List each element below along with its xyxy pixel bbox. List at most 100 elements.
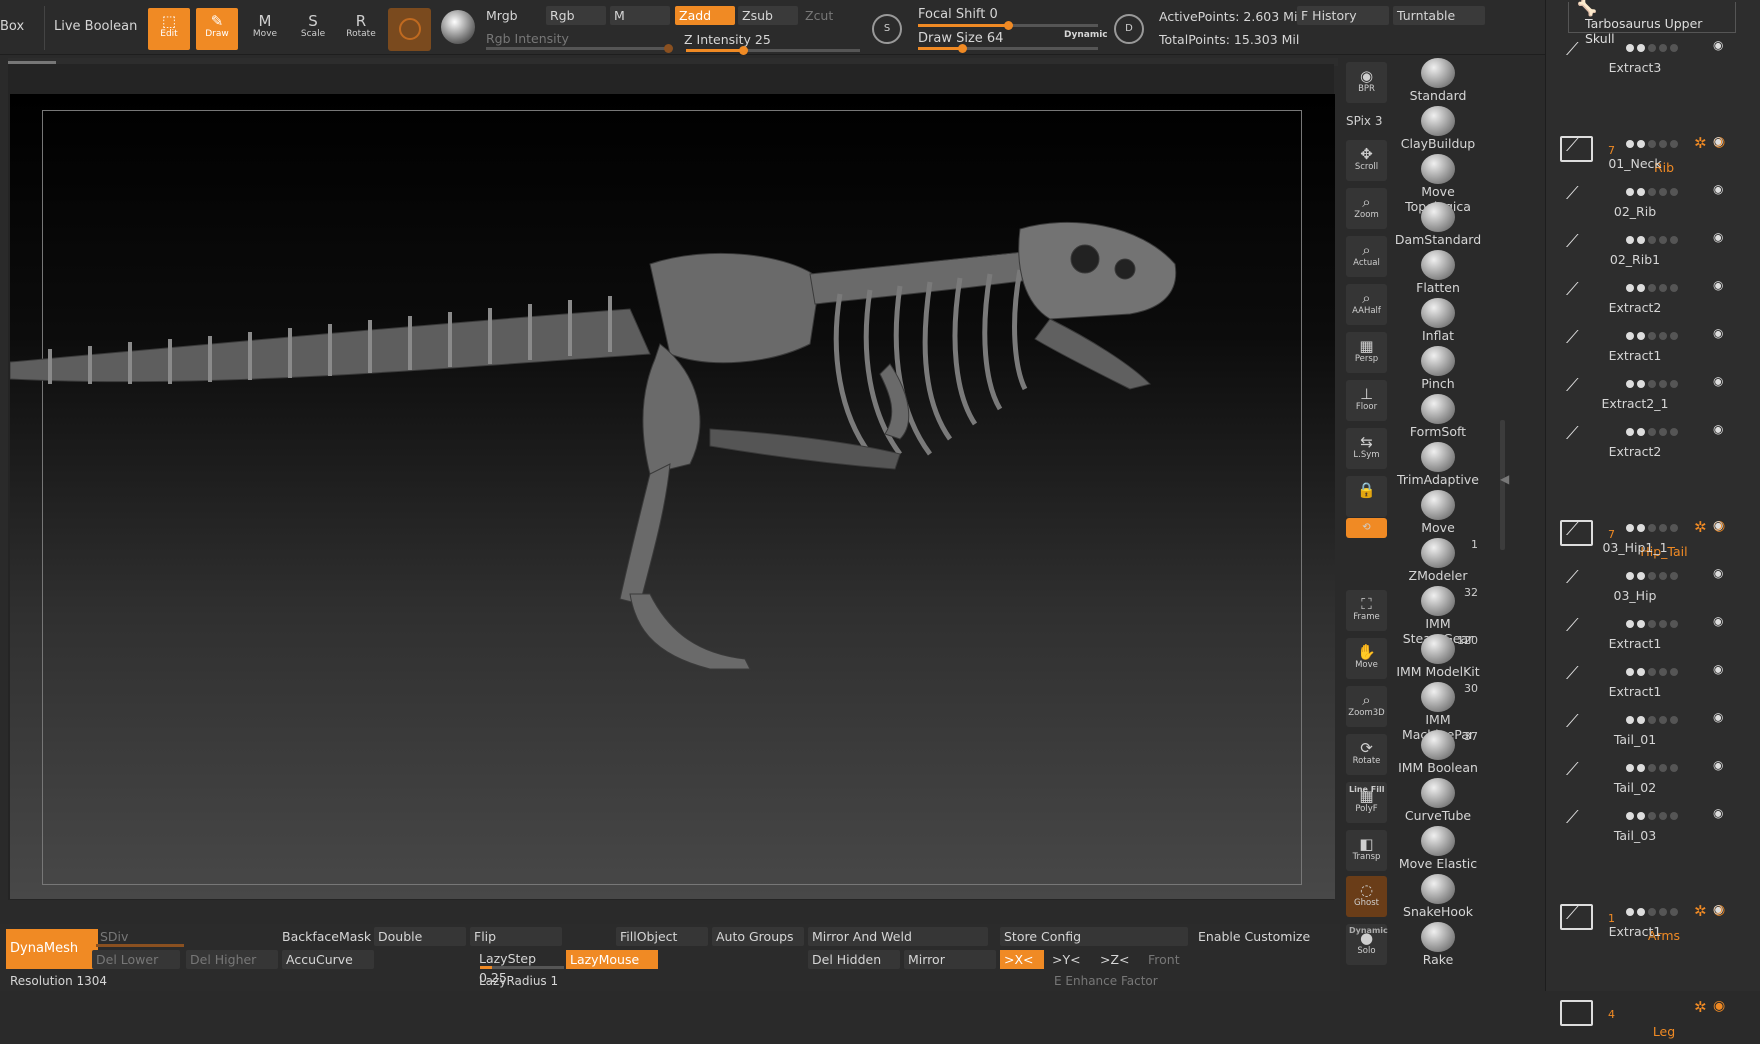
brush-rake[interactable]: Rake (1392, 920, 1484, 967)
del-lower-button[interactable]: Del Lower (92, 950, 180, 969)
brush-inflat[interactable]: Inflat (1392, 296, 1484, 343)
eye-icon[interactable]: ◉ (1713, 422, 1723, 436)
subtool-item[interactable]: ⟋ ◉ 02_Rib1 (1560, 226, 1730, 274)
enhance-factor-slider[interactable]: E Enhance Factor (1050, 972, 1250, 991)
subtool-toggles[interactable] (1626, 328, 1726, 340)
gear-icon[interactable]: ✲ (1694, 998, 1707, 1016)
turntable-button[interactable]: Turntable (1393, 6, 1485, 25)
fillobject-button[interactable]: FillObject (616, 927, 708, 946)
view-persp-button[interactable]: ▦ Persp (1346, 332, 1387, 373)
auto-groups-button[interactable]: Auto Groups (712, 927, 804, 946)
subtool-toggles[interactable] (1626, 760, 1726, 772)
rgb-button[interactable]: Rgb (546, 6, 606, 25)
z-intensity-slider[interactable]: Z Intensity 25 (680, 30, 860, 49)
lazymouse-button[interactable]: LazyMouse (566, 950, 658, 969)
view-move-button[interactable]: ✋ Move (1346, 638, 1387, 679)
z-intensity-track[interactable] (686, 46, 860, 55)
brush-imm-modelkit[interactable]: IMM ModelKit 120 (1392, 632, 1484, 679)
subtool-item[interactable]: ⟋ ◉ Extract2 (1560, 274, 1730, 322)
subtool-item[interactable]: ⟋ ◉ 01_Neck (1560, 130, 1730, 178)
brush-flatten[interactable]: Flatten (1392, 248, 1484, 295)
subtool-folder[interactable]: 4 Leg ✲ ◉ (1560, 996, 1740, 1044)
zadd-button[interactable]: Zadd (675, 6, 735, 25)
brush-imm-steamgear[interactable]: IMM SteamGear32 (1392, 584, 1484, 646)
subtool-toggles[interactable] (1626, 664, 1726, 676)
subtool-toggles[interactable] (1626, 616, 1726, 628)
eye-icon[interactable]: ◉ (1713, 662, 1723, 676)
subtool-item[interactable]: ⟋ ◉ Extract1 (1560, 898, 1730, 946)
brush-standard[interactable]: Standard (1392, 56, 1484, 103)
tool-scale-button[interactable]: S Scale (292, 8, 334, 50)
focal-shift-slider[interactable]: Focal Shift 0 (918, 7, 998, 22)
live-boolean-button[interactable]: Live Boolean (54, 19, 137, 34)
x-axis-button[interactable]: >X< (1000, 950, 1044, 969)
subtool-item[interactable]: ⟋ ◉ 02_Rib (1560, 178, 1730, 226)
store-config-button[interactable]: Store Config (1000, 927, 1188, 946)
rgb-intensity-track[interactable] (486, 44, 673, 53)
d-button-icon[interactable]: D (1114, 14, 1144, 44)
tool-move-button[interactable]: M Move (244, 8, 286, 50)
brush-move[interactable]: Move (1392, 488, 1484, 535)
brush-imm-boolean[interactable]: IMM Boolean 37 (1392, 728, 1484, 775)
collapse-arrow-icon[interactable]: ◀ (1500, 472, 1509, 486)
m-button[interactable]: M (610, 6, 670, 25)
backface-mask-button[interactable]: BackfaceMask (278, 927, 374, 946)
view-zoom3d-button[interactable]: ⌕ Zoom3D (1346, 686, 1387, 727)
eye-icon[interactable]: ◉ (1713, 806, 1723, 820)
subtool-item[interactable]: ⟋ ◉ Extract1 (1560, 322, 1730, 370)
dynamesh-button[interactable]: DynaMesh (6, 929, 98, 969)
brush-damstandard[interactable]: DamStandard (1392, 200, 1484, 247)
flip-button[interactable]: Flip (470, 927, 562, 946)
subtool-toggles[interactable] (1626, 136, 1726, 148)
subtool-item[interactable]: ⟋ ◉ Extract2_1 (1560, 370, 1730, 418)
subtool-toggles[interactable] (1626, 712, 1726, 724)
tool-draw-button[interactable]: ✎ Draw (196, 8, 238, 50)
view-spix-3-button[interactable]: SPix 3 (1346, 114, 1387, 136)
mirror-and-weld-button[interactable]: Mirror And Weld (808, 927, 988, 946)
brush-pinch[interactable]: Pinch (1392, 344, 1484, 391)
subtool-toggles[interactable] (1626, 280, 1726, 292)
subtool-item[interactable]: ⟋ ◉ Extract3 (1560, 34, 1730, 82)
brush-imm-machinepar[interactable]: IMM MachinePar30 (1392, 680, 1484, 742)
dynamic-label[interactable]: Dynamic (1064, 30, 1108, 40)
brush-move-topologica[interactable]: Move Topologica (1392, 152, 1484, 214)
lazyradius-slider[interactable]: LazyRadius 1 (475, 972, 567, 991)
eye-icon[interactable]: ◉ (1713, 374, 1723, 388)
subtool-item[interactable]: ⟋ ◉ Extract1 (1560, 658, 1730, 706)
brush-curvetube[interactable]: CurveTube (1392, 776, 1484, 823)
subtool-toggles[interactable] (1626, 904, 1726, 916)
view-xyz-button[interactable]: ⟲ (1346, 518, 1387, 538)
subtool-item[interactable]: ⟋ ◉ 03_Hip (1560, 562, 1730, 610)
view-actual-button[interactable]: ⌕ Actual (1346, 236, 1387, 277)
view-floor-button[interactable]: ⊥ Floor (1346, 380, 1387, 421)
s-button-icon[interactable]: S (872, 14, 902, 44)
accucurve-button[interactable]: AccuCurve (282, 950, 374, 969)
subtool-item[interactable]: ⟋ ◉ Tail_02 (1560, 754, 1730, 802)
f-history-button[interactable]: F History (1297, 6, 1389, 25)
zcut-button[interactable]: Zcut (801, 6, 861, 25)
trex-skeleton-model[interactable] (10, 94, 1335, 899)
z-axis-button[interactable]: >Z< (1096, 950, 1140, 969)
resolution-slider[interactable]: Resolution 1304 (6, 972, 166, 991)
subtool-toggles[interactable] (1626, 40, 1726, 52)
tool-rotate-button[interactable]: R Rotate (340, 8, 382, 50)
subtool-toggles[interactable] (1626, 376, 1726, 388)
enable-customize-button[interactable]: Enable Customize (1194, 927, 1334, 946)
lazystep-track[interactable] (480, 966, 564, 969)
del-higher-button[interactable]: Del Higher (186, 950, 278, 969)
view-scroll-button[interactable]: ✥ Scroll (1346, 140, 1387, 181)
brush-snakehook[interactable]: SnakeHook (1392, 872, 1484, 919)
rgb-intensity-slider[interactable]: Rgb Intensity (482, 29, 672, 48)
view-l-sym-button[interactable]: ⇆ L.Sym (1346, 428, 1387, 469)
subtool-top-item[interactable]: 🦴 Tarbosaurus Upper Skull (1568, 0, 1736, 46)
subtool-toggles[interactable] (1626, 424, 1726, 436)
eye-icon[interactable]: ◉ (1713, 230, 1723, 244)
brush-trimadaptive[interactable]: TrimAdaptive (1392, 440, 1484, 487)
view-zoom-button[interactable]: ⌕ Zoom (1346, 188, 1387, 229)
eye-icon[interactable]: ◉ (1713, 38, 1723, 52)
eye-icon[interactable]: ◉ (1713, 902, 1723, 916)
sdiv-track[interactable] (96, 944, 184, 947)
view-transp-button[interactable]: ◧ Transp (1346, 830, 1387, 871)
eye-icon[interactable]: ◉ (1713, 998, 1725, 1014)
eye-icon[interactable]: ◉ (1713, 182, 1723, 196)
